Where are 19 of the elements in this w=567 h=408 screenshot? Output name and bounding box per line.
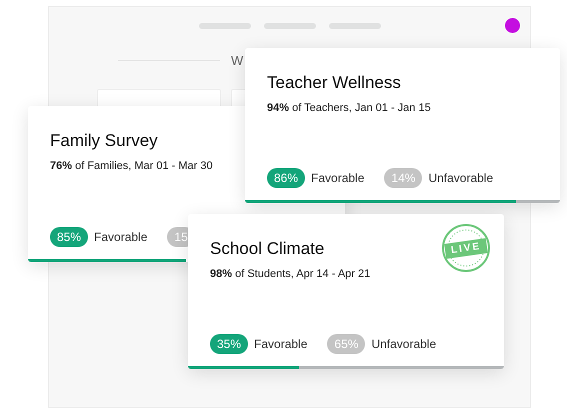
favorable-label: Favorable (94, 229, 148, 246)
favorable-pill: 35% (210, 334, 248, 354)
unfavorable-pill: 65% (327, 334, 366, 354)
card-title: School Climate (210, 238, 324, 260)
unfavorable-label: Unfavorable (371, 336, 436, 353)
card-subtitle: 94% of Teachers, Jan 01 - Jan 15 (267, 101, 432, 116)
favorable-label: Favorable (254, 336, 308, 353)
page-heading: W (231, 52, 244, 70)
card-subtitle: 98% of Students, Apr 14 - Apr 21 (210, 267, 372, 282)
unfavorable-label: Unfavorable (428, 170, 494, 187)
favorable-pill: 86% (267, 168, 306, 188)
card-title: Teacher Wellness (267, 72, 401, 94)
favorable-label: Favorable (311, 170, 364, 187)
card-title: Family Survey (50, 130, 158, 152)
live-badge: LIVE (444, 238, 488, 258)
stamp-ring-icon (440, 222, 492, 274)
favorable-pill: 85% (50, 227, 88, 247)
card-subtitle: 76% of Families, Mar 01 - Mar 30 (50, 159, 214, 174)
unfavorable-pill: 14% (384, 168, 422, 188)
